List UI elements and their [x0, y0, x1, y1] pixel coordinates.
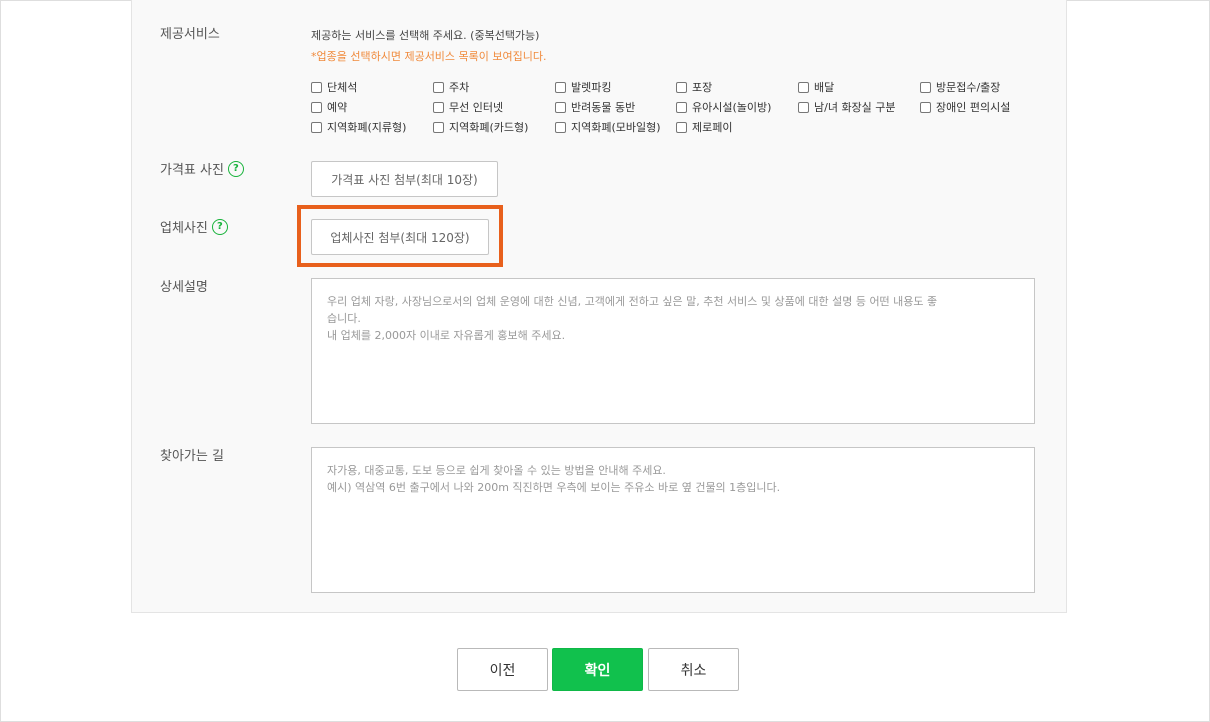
detail-placeholder-line: 우리 업체 자랑, 사장님으로서의 업체 운영에 대한 신념, 고객에게 전하고…	[327, 295, 938, 308]
service-option[interactable]: 예약	[311, 99, 347, 115]
directions-label: 찾아가는 길	[160, 449, 224, 464]
service-option-label: 발렛파킹	[571, 81, 612, 94]
service-option-label: 반려동물 동반	[571, 101, 636, 114]
service-checkbox[interactable]	[676, 81, 687, 93]
detail-label: 상세설명	[160, 280, 208, 295]
detail-placeholder-line: 습니다.	[327, 312, 361, 325]
prev-button[interactable]: 이전	[457, 648, 548, 691]
services-note: *업종을 선택하시면 제공서비스 목록이 보여집니다.	[311, 50, 547, 63]
question-circle-icon[interactable]: ?	[227, 160, 244, 177]
service-checkbox[interactable]	[920, 101, 931, 113]
service-option-label: 지역화폐(모바일형)	[571, 121, 661, 134]
service-option-label: 주차	[449, 81, 470, 94]
service-option-label: 남/녀 화장실 구분	[814, 101, 896, 114]
detail-textarea[interactable]: 우리 업체 자랑, 사장님으로서의 업체 운영에 대한 신념, 고객에게 전하고…	[311, 278, 1035, 424]
service-option[interactable]: 발렛파킹	[555, 79, 611, 95]
service-checkbox[interactable]	[555, 121, 566, 133]
service-option[interactable]: 장애인 편의시설	[920, 99, 1010, 115]
highlight-box	[297, 205, 503, 267]
service-option[interactable]: 반려동물 동반	[555, 99, 635, 115]
question-circle-icon[interactable]: ?	[211, 218, 228, 235]
service-checkbox[interactable]	[676, 121, 687, 133]
service-option[interactable]: 지역화폐(카드형)	[433, 119, 528, 135]
service-checkbox[interactable]	[798, 81, 809, 93]
service-option[interactable]: 남/녀 화장실 구분	[798, 99, 896, 115]
directions-placeholder-line: 자가용, 대중교통, 도보 등으로 쉽게 찾아올 수 있는 방법을 안내해 주세…	[327, 464, 666, 477]
service-option-label: 방문접수/출장	[936, 81, 1001, 94]
service-option[interactable]: 방문접수/출장	[920, 79, 1000, 95]
services-description: 제공하는 서비스를 선택해 주세요. (중복선택가능)	[311, 29, 540, 42]
service-checkbox[interactable]	[676, 101, 687, 113]
service-option-label: 제로페이	[692, 121, 733, 134]
detail-placeholder-line: 내 업체를 2,000자 이내로 자유롭게 홍보해 주세요.	[327, 329, 566, 342]
service-checkbox[interactable]	[920, 81, 931, 93]
service-checkbox[interactable]	[433, 81, 444, 93]
cancel-button[interactable]: 취소	[648, 648, 739, 691]
service-checkbox[interactable]	[311, 101, 322, 113]
service-option[interactable]: 유아시설(놀이방)	[676, 99, 771, 115]
service-option-label: 유아시설(놀이방)	[692, 101, 772, 114]
directions-placeholder-line: 예시) 역삼역 6번 출구에서 나와 200m 직진하면 우측에 보이는 주유소…	[327, 481, 781, 494]
service-option[interactable]: 무선 인터넷	[433, 99, 503, 115]
business-photo-label: 업체사진 ?	[160, 217, 228, 236]
service-checkbox[interactable]	[555, 101, 566, 113]
service-checkbox[interactable]	[311, 81, 322, 93]
price-photo-label: 가격표 사진 ?	[160, 159, 244, 178]
service-option-label: 예약	[327, 101, 348, 114]
service-option[interactable]: 포장	[676, 79, 712, 95]
service-option-label: 장애인 편의시설	[936, 101, 1011, 114]
service-option-label: 지역화폐(지류형)	[327, 121, 407, 134]
service-option-label: 포장	[692, 81, 713, 94]
service-option-label: 무선 인터넷	[449, 101, 504, 114]
service-checkbox[interactable]	[433, 121, 444, 133]
price-photo-attach-button[interactable]: 가격표 사진 첨부(최대 10장)	[311, 161, 498, 197]
services-label: 제공서비스	[160, 27, 220, 42]
service-option[interactable]: 제로페이	[676, 119, 732, 135]
service-option[interactable]: 지역화폐(모바일형)	[555, 119, 661, 135]
service-option[interactable]: 주차	[433, 79, 469, 95]
directions-textarea[interactable]: 자가용, 대중교통, 도보 등으로 쉽게 찾아올 수 있는 방법을 안내해 주세…	[311, 447, 1035, 593]
service-checkbox[interactable]	[433, 101, 444, 113]
confirm-button[interactable]: 확인	[552, 648, 643, 691]
service-checkbox[interactable]	[798, 101, 809, 113]
service-checkbox[interactable]	[311, 121, 322, 133]
service-option-label: 배달	[814, 81, 835, 94]
service-option[interactable]: 단체석	[311, 79, 357, 95]
service-option-label: 단체석	[327, 81, 358, 94]
service-option[interactable]: 지역화폐(지류형)	[311, 119, 406, 135]
service-option[interactable]: 배달	[798, 79, 834, 95]
service-checkbox[interactable]	[555, 81, 566, 93]
service-option-label: 지역화폐(카드형)	[449, 121, 529, 134]
